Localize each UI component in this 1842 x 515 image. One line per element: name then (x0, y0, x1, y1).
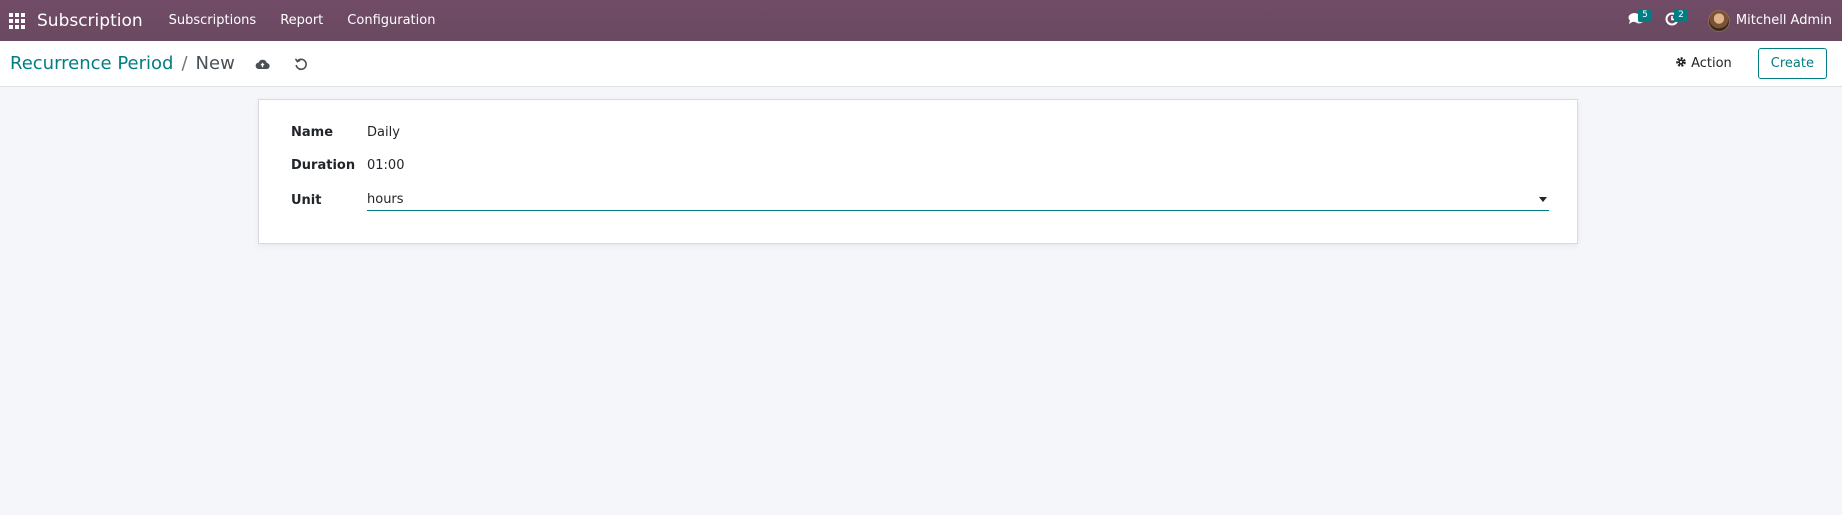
user-name: Mitchell Admin (1735, 13, 1832, 28)
duration-field[interactable]: 01:00 (367, 158, 404, 173)
name-row: Name Daily (291, 125, 1549, 140)
messages-button[interactable]: 5 (1618, 0, 1654, 41)
save-cloud-icon[interactable] (254, 55, 272, 73)
activities-button[interactable]: 2 (1654, 0, 1690, 41)
breadcrumb-separator: / (181, 53, 188, 74)
unit-value: hours (367, 192, 404, 207)
messages-badge: 5 (1638, 9, 1652, 22)
top-navbar: Subscription Subscriptions Report Config… (0, 0, 1842, 41)
unit-label: Unit (291, 192, 322, 208)
breadcrumb-current: New (195, 53, 235, 74)
user-menu[interactable]: Mitchell Admin (1707, 9, 1832, 32)
apps-grid-icon[interactable] (6, 10, 28, 32)
action-menu-button[interactable]: Action (1675, 56, 1732, 72)
duration-row: Duration 01:00 (291, 158, 1549, 173)
menu-report[interactable]: Report (280, 13, 323, 28)
menu-configuration[interactable]: Configuration (347, 13, 435, 28)
form-sheet: Name Daily Duration 01:00 Unit hours (258, 99, 1578, 244)
name-field[interactable]: Daily (367, 125, 400, 140)
action-label: Action (1691, 56, 1732, 71)
create-button[interactable]: Create (1757, 48, 1827, 79)
unit-row: Unit hours (291, 189, 1549, 211)
breadcrumb-parent[interactable]: Recurrence Period (10, 53, 173, 74)
activities-badge: 2 (1674, 9, 1688, 22)
gear-icon (1675, 56, 1687, 72)
avatar (1707, 9, 1730, 32)
discard-undo-icon[interactable] (292, 55, 310, 73)
menu-subscriptions[interactable]: Subscriptions (169, 13, 257, 28)
duration-label: Duration (291, 158, 356, 173)
chevron-down-icon (1539, 197, 1547, 202)
unit-select[interactable]: hours (367, 189, 1549, 211)
name-label: Name (291, 125, 334, 140)
app-name[interactable]: Subscription (37, 11, 143, 31)
control-panel: Recurrence Period / New Action Create (0, 41, 1842, 87)
